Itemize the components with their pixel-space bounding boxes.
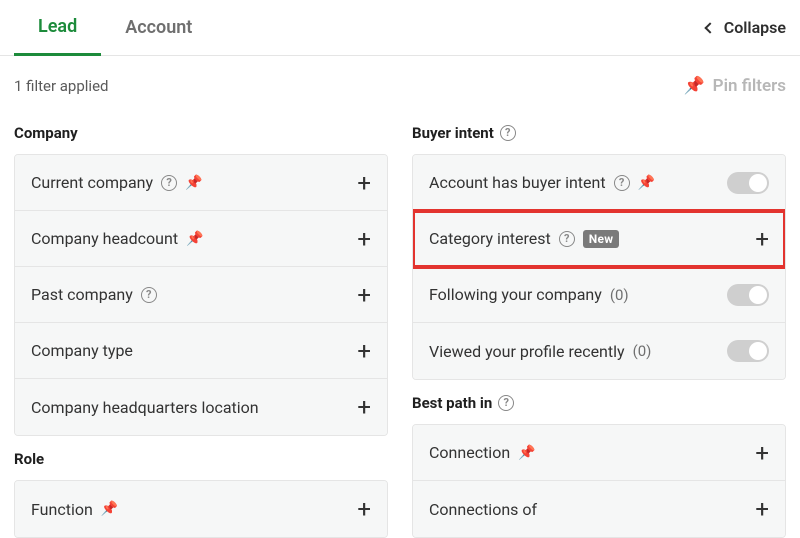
filter-label: Connections of (429, 500, 537, 519)
filter-label: Function (31, 500, 93, 519)
pin-icon[interactable]: 📌 (638, 175, 655, 191)
filter-current-company[interactable]: Current company ? 📌 + (15, 155, 387, 211)
pin-filters-label: Pin filters (713, 76, 786, 96)
help-icon[interactable]: ? (559, 231, 575, 247)
toggle-switch[interactable] (727, 172, 769, 194)
count-label: (0) (610, 286, 629, 304)
filter-company-type[interactable]: Company type + (15, 323, 387, 379)
new-badge: New (583, 230, 620, 248)
section-title-company: Company (14, 124, 388, 142)
plus-icon[interactable]: + (755, 441, 769, 465)
filter-label: Viewed your profile recently (429, 342, 625, 361)
plus-icon[interactable]: + (357, 395, 371, 419)
pin-icon[interactable]: 📌 (101, 501, 118, 517)
collapse-label: Collapse (724, 18, 786, 37)
filter-company-hq-location[interactable]: Company headquarters location + (15, 379, 387, 435)
filter-following-your-company[interactable]: Following your company (0) (413, 267, 785, 323)
count-label: (0) (633, 342, 652, 360)
help-icon[interactable]: ? (498, 395, 514, 411)
tab-account[interactable]: Account (101, 0, 216, 56)
filter-list-company: Current company ? 📌 + Company headcount … (14, 154, 388, 436)
chevron-left-icon (704, 22, 715, 33)
pin-icon[interactable]: 📌 (186, 231, 203, 247)
plus-icon[interactable]: + (357, 497, 371, 521)
help-icon[interactable]: ? (161, 175, 177, 191)
col-right: Buyer intent ? Account has buyer intent … (412, 110, 786, 538)
toggle-switch[interactable] (727, 284, 769, 306)
help-icon[interactable]: ? (141, 287, 157, 303)
plus-icon[interactable]: + (755, 497, 769, 521)
filter-viewed-your-profile[interactable]: Viewed your profile recently (0) (413, 323, 785, 379)
meta-row: 1 filter applied 📌 Pin filters (0, 56, 800, 106)
section-title-buyer-intent: Buyer intent ? (412, 124, 786, 142)
plus-icon[interactable]: + (357, 227, 371, 251)
filter-count: 1 filter applied (14, 77, 109, 95)
help-icon[interactable]: ? (614, 175, 630, 191)
filter-label: Company headcount (31, 229, 178, 248)
section-title-role: Role (14, 450, 388, 468)
pin-icon: 📌 (683, 76, 704, 96)
pin-icon[interactable]: 📌 (518, 445, 535, 461)
pin-icon[interactable]: 📌 (185, 175, 202, 191)
filter-list-role: Function 📌 + (14, 480, 388, 538)
tab-lead[interactable]: Lead (14, 0, 101, 56)
plus-icon[interactable]: + (755, 227, 769, 251)
toggle-switch[interactable] (727, 340, 769, 362)
filter-columns: Company Current company ? 📌 + Company he… (0, 106, 800, 538)
section-title-best-path: Best path in ? (412, 394, 786, 412)
filter-label: Following your company (429, 285, 602, 304)
plus-icon[interactable]: + (357, 171, 371, 195)
filter-past-company[interactable]: Past company ? + (15, 267, 387, 323)
filter-function[interactable]: Function 📌 + (15, 481, 387, 537)
pin-filters-button[interactable]: 📌 Pin filters (683, 76, 786, 96)
filter-list-buyer-intent: Account has buyer intent ? 📌 Category in… (412, 154, 786, 380)
filter-label: Past company (31, 285, 133, 304)
help-icon[interactable]: ? (500, 125, 516, 141)
filter-label: Category interest (429, 229, 551, 248)
filter-category-interest[interactable]: Category interest ? New + (413, 211, 785, 267)
tabs-bar: Lead Account Collapse (0, 0, 800, 56)
filter-connections-of[interactable]: Connections of + (413, 481, 785, 537)
filter-connection[interactable]: Connection 📌 + (413, 425, 785, 481)
filter-label: Current company (31, 173, 153, 192)
filter-label: Connection (429, 443, 510, 462)
filter-label: Account has buyer intent (429, 173, 606, 192)
filter-account-has-buyer-intent[interactable]: Account has buyer intent ? 📌 (413, 155, 785, 211)
filter-label: Company type (31, 341, 133, 360)
filter-label: Company headquarters location (31, 398, 259, 417)
collapse-button[interactable]: Collapse (706, 18, 786, 37)
plus-icon[interactable]: + (357, 283, 371, 307)
col-left: Company Current company ? 📌 + Company he… (14, 110, 388, 538)
plus-icon[interactable]: + (357, 339, 371, 363)
filter-company-headcount[interactable]: Company headcount 📌 + (15, 211, 387, 267)
